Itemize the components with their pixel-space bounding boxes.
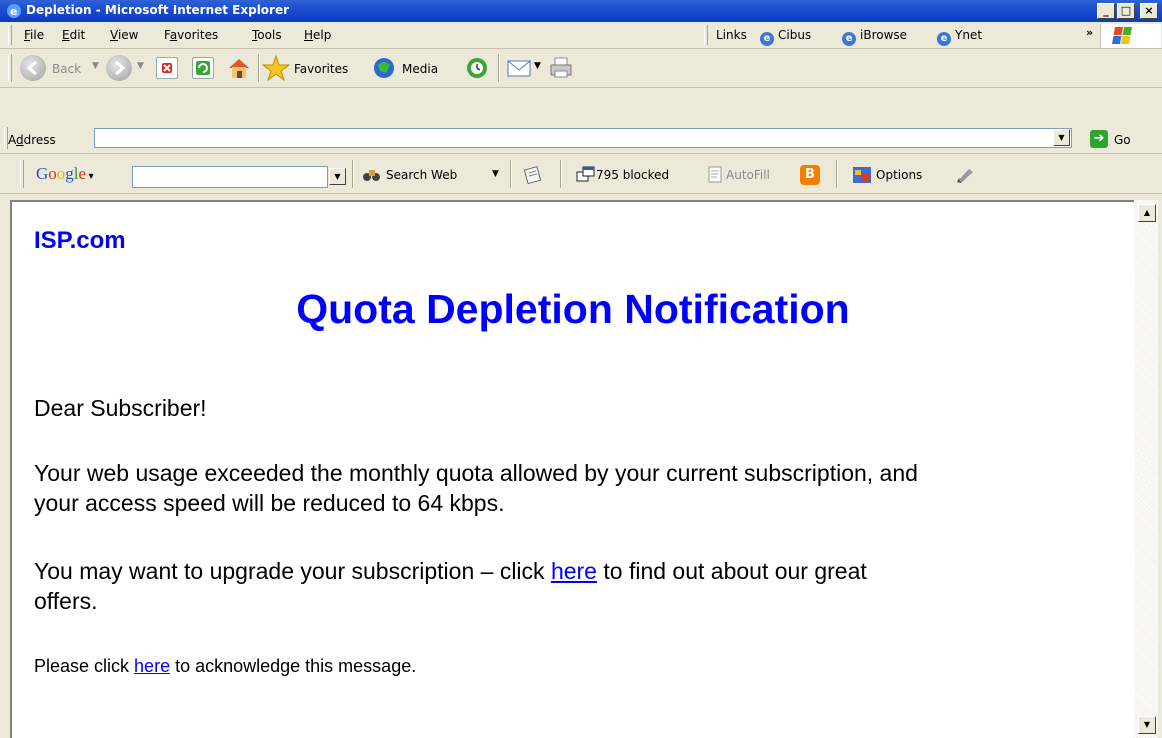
google-logo[interactable]: Google ▾ <box>36 164 94 184</box>
toolbar-grip[interactable] <box>8 54 12 82</box>
browser-window: e Depletion - Microsoft Internet Explore… <box>0 0 1162 738</box>
refresh-icon[interactable] <box>192 57 214 79</box>
search-web-button[interactable]: Search Web <box>386 168 457 182</box>
link-cibus[interactable]: e Cibus <box>760 28 811 46</box>
blogger-icon[interactable]: B <box>800 165 820 185</box>
toolbar-separator <box>560 160 562 188</box>
menu-favorites[interactable]: Favorites <box>164 28 218 42</box>
google-search-dropdown-icon[interactable]: ▼ <box>329 168 346 185</box>
toolbar-separator <box>352 160 354 188</box>
autofill-button[interactable]: AutoFill <box>726 168 770 182</box>
home-icon[interactable] <box>226 55 252 81</box>
go-button[interactable]: Go <box>1114 133 1131 147</box>
window-title: Depletion - Microsoft Internet Explorer <box>26 3 290 17</box>
page-heading: Quota Depletion Notification <box>296 286 850 332</box>
google-grip[interactable] <box>20 160 24 188</box>
acknowledge-text: Please click here to acknowledge this me… <box>34 656 417 676</box>
print-icon[interactable] <box>548 55 576 81</box>
options-button[interactable]: Options <box>876 168 922 182</box>
menu-file[interactable]: File <box>24 28 44 42</box>
media-icon[interactable] <box>372 55 398 81</box>
acknowledge-link[interactable]: here <box>134 656 170 676</box>
links-grip[interactable] <box>704 25 708 45</box>
back-label[interactable]: Back <box>52 62 81 76</box>
minimize-button[interactable]: _ <box>1097 3 1115 19</box>
news-icon[interactable] <box>522 164 544 186</box>
scroll-up-icon[interactable]: ▲ <box>1138 204 1156 222</box>
upgrade-line-2: offers. <box>34 588 98 614</box>
ie-page-icon: e <box>937 32 951 46</box>
mail-dropdown-icon[interactable]: ▼ <box>534 61 541 71</box>
links-label: Links <box>716 28 747 42</box>
scroll-down-icon[interactable]: ▼ <box>1138 716 1156 734</box>
search-web-dropdown-icon[interactable]: ▼ <box>492 169 499 179</box>
pencil-icon[interactable] <box>954 166 976 184</box>
toolbar-separator <box>498 54 500 82</box>
windows-logo-icon <box>1100 24 1161 48</box>
stop-icon[interactable] <box>156 57 178 79</box>
svg-text:e: e <box>10 5 17 18</box>
vertical-scrollbar[interactable] <box>1134 200 1158 738</box>
link-ibrowse[interactable]: e iBrowse <box>842 28 907 46</box>
chevron-more-icon[interactable]: » <box>1086 26 1093 39</box>
ie-page-icon: e <box>760 32 774 46</box>
address-input[interactable] <box>94 128 1072 148</box>
address-dropdown-icon[interactable]: ▼ <box>1053 129 1070 146</box>
autofill-icon[interactable] <box>706 165 724 185</box>
usage-line-1: Your web usage exceeded the monthly quot… <box>34 460 918 486</box>
menu-edit[interactable]: Edit <box>62 28 85 42</box>
binoculars-icon[interactable] <box>362 166 382 184</box>
upgrade-text: You may want to upgrade your subscriptio… <box>34 556 1114 616</box>
blocked-count[interactable]: 795 blocked <box>596 168 669 182</box>
menu-tools[interactable]: Tools <box>252 28 282 42</box>
link-ynet[interactable]: e Ynet <box>937 28 982 46</box>
isp-brand: ISP.com <box>34 227 126 254</box>
google-search-input[interactable] <box>132 166 328 188</box>
toolbar-separator <box>510 160 512 188</box>
toolbar-separator <box>836 160 838 188</box>
back-dropdown-icon[interactable]: ▼ <box>92 61 99 71</box>
toolbar-separator <box>258 54 260 82</box>
greeting-text: Dear Subscriber! <box>34 395 207 421</box>
favorites-star-icon[interactable] <box>261 54 291 82</box>
ie-page-icon: e <box>842 32 856 46</box>
upgrade-line-1: You may want to upgrade your subscriptio… <box>34 558 867 584</box>
media-label[interactable]: Media <box>402 62 438 76</box>
forward-dropdown-icon[interactable]: ▼ <box>137 61 144 71</box>
menu-view[interactable]: View <box>110 28 138 42</box>
menu-help[interactable]: Help <box>304 28 331 42</box>
go-arrow-icon[interactable]: ➔ <box>1090 130 1108 148</box>
back-arrow-icon[interactable] <box>20 55 46 81</box>
mail-icon[interactable] <box>506 57 536 81</box>
options-icon[interactable] <box>852 166 872 184</box>
popup-blocker-icon[interactable] <box>576 166 596 184</box>
ie-icon: e <box>6 3 22 19</box>
forward-arrow-icon[interactable] <box>106 55 132 81</box>
upgrade-link[interactable]: here <box>551 558 597 584</box>
favorites-label[interactable]: Favorites <box>294 62 348 76</box>
history-icon[interactable] <box>464 55 490 81</box>
menu-grip[interactable] <box>8 25 12 45</box>
address-label: Address <box>8 133 56 147</box>
close-button[interactable]: × <box>1140 3 1158 19</box>
maximize-button[interactable]: □ <box>1117 3 1135 19</box>
usage-text: Your web usage exceeded the monthly quot… <box>34 458 1114 518</box>
usage-line-2: your access speed will be reduced to 64 … <box>34 490 505 516</box>
